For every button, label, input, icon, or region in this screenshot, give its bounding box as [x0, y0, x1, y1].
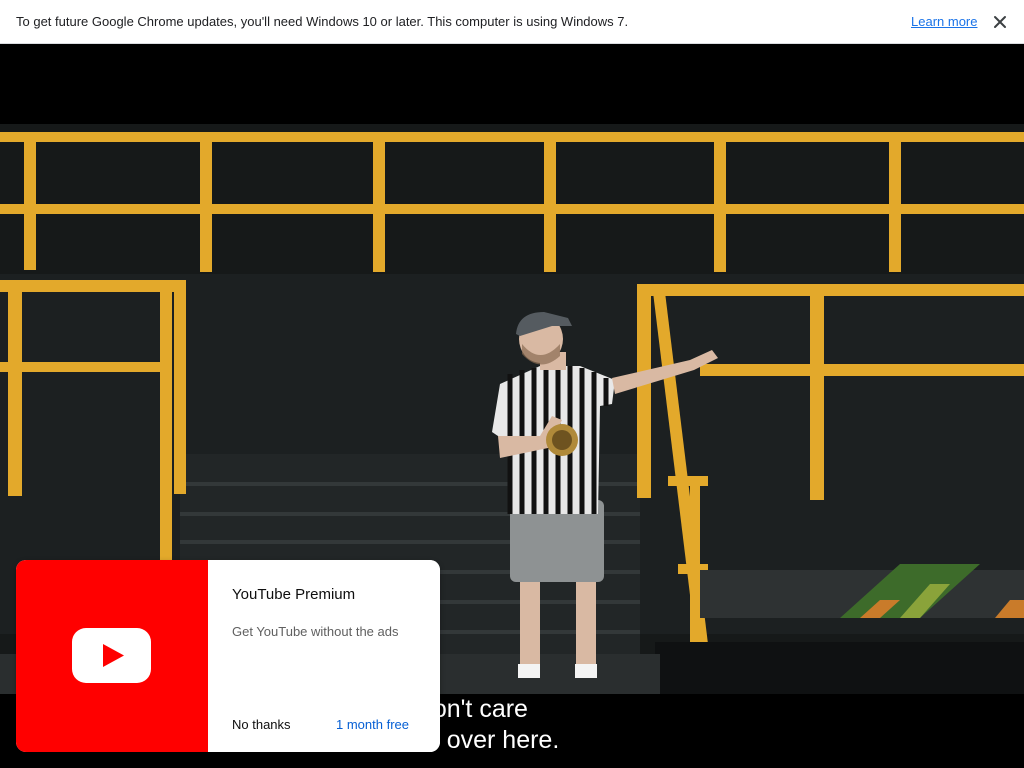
learn-more-link[interactable]: Learn more	[911, 14, 977, 29]
no-thanks-button[interactable]: No thanks	[232, 717, 291, 732]
browser-page: To get future Google Chrome updates, you…	[0, 0, 1024, 768]
promo-content: YouTube Premium Get YouTube without the …	[208, 560, 440, 752]
promo-brand-panel	[16, 560, 208, 752]
youtube-logo-icon	[72, 628, 151, 683]
chrome-update-infobar: To get future Google Chrome updates, you…	[0, 0, 1024, 44]
promo-subtitle: Get YouTube without the ads	[232, 624, 399, 639]
youtube-premium-promo: YouTube Premium Get YouTube without the …	[16, 560, 440, 752]
infobar-message: To get future Google Chrome updates, you…	[16, 14, 629, 29]
close-icon[interactable]	[990, 12, 1010, 32]
promo-title: YouTube Premium	[232, 586, 356, 603]
one-month-free-button[interactable]: 1 month free	[336, 717, 409, 732]
